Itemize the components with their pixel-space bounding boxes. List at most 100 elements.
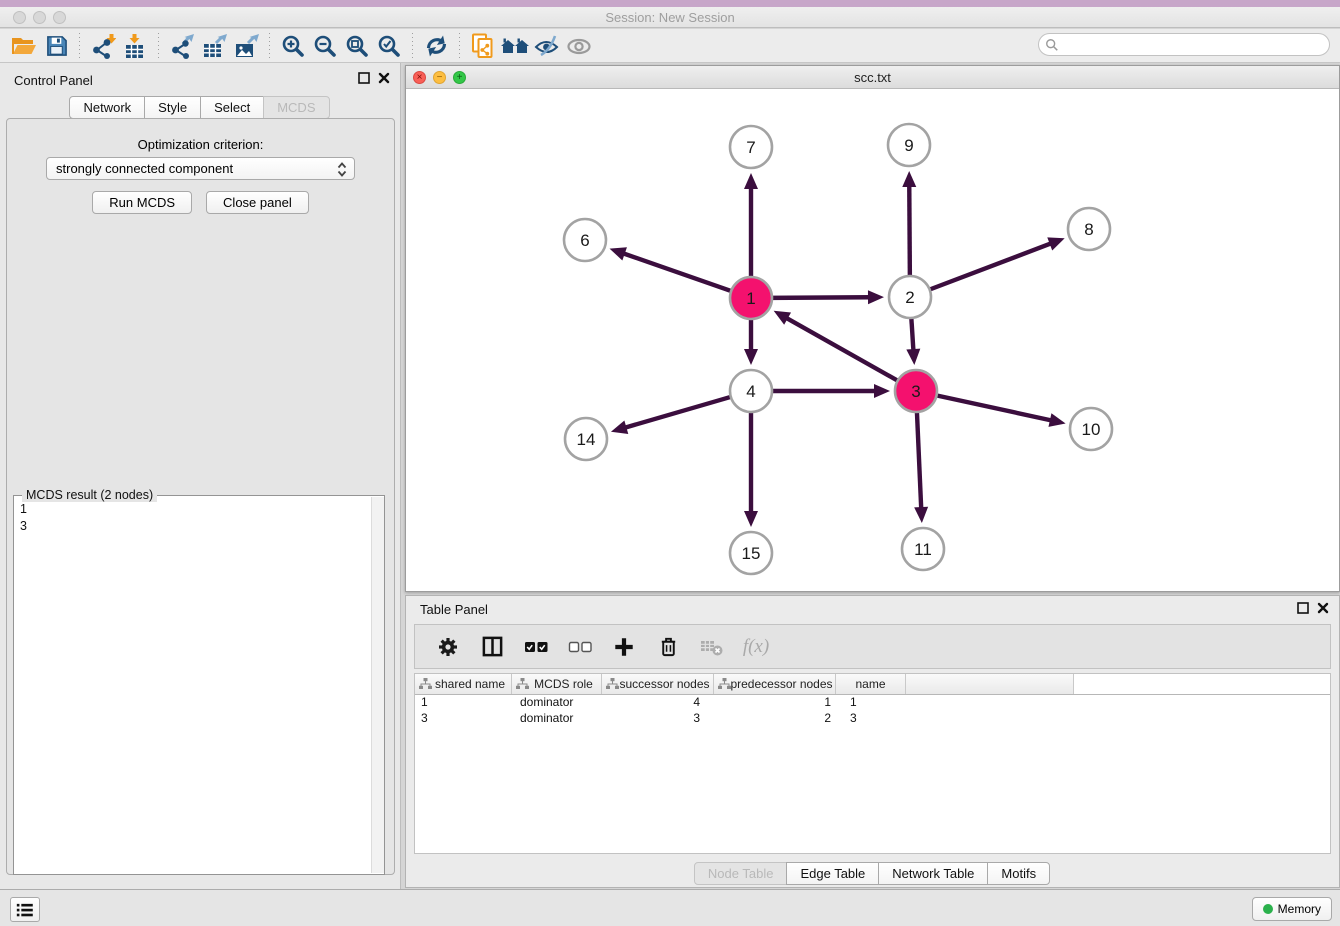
- graph-edge-3-1[interactable]: [785, 317, 899, 382]
- column-header-shared-name[interactable]: shared name: [415, 674, 512, 694]
- graph-node-11[interactable]: 11: [902, 528, 944, 570]
- open-session-button[interactable]: [8, 31, 40, 61]
- tab-style[interactable]: Style: [144, 96, 201, 119]
- network-window-titlebar[interactable]: × − + scc.txt: [406, 66, 1339, 89]
- tab-motifs[interactable]: Motifs: [987, 862, 1050, 885]
- memory-status-icon: [1263, 904, 1273, 914]
- tab-network[interactable]: Network: [69, 96, 145, 119]
- tab-mcds[interactable]: MCDS: [263, 96, 329, 119]
- graph-node-15[interactable]: 15: [730, 532, 772, 574]
- toolbar-separator: [412, 33, 413, 59]
- show-all-button[interactable]: [563, 31, 595, 61]
- graph-arrowhead-2-9: [902, 171, 916, 187]
- graph-edge-2-8[interactable]: [928, 243, 1053, 290]
- search-input[interactable]: [1059, 38, 1329, 52]
- export-network-button[interactable]: [166, 31, 198, 61]
- zoom-selected-button[interactable]: [373, 31, 405, 61]
- graph-node-label: 8: [1084, 220, 1093, 239]
- table-header-row: shared nameMCDS rolesuccessor nodesprede…: [415, 674, 1330, 695]
- delete-column-button[interactable]: [651, 632, 685, 662]
- tab-node-table[interactable]: Node Table: [694, 862, 788, 885]
- float-panel-icon[interactable]: [358, 72, 370, 84]
- graph-arrowhead-1-4: [744, 349, 758, 365]
- hierarchy-icon: [606, 678, 619, 690]
- column-header-predecessor-nodes[interactable]: predecessor nodes: [714, 674, 836, 694]
- node-table[interactable]: shared nameMCDS rolesuccessor nodesprede…: [414, 673, 1331, 854]
- graph-edge-3-10[interactable]: [935, 395, 1053, 421]
- mcds-result-text[interactable]: 1 3: [15, 499, 370, 873]
- tab-select[interactable]: Select: [200, 96, 264, 119]
- refresh-button[interactable]: [420, 31, 452, 61]
- zoom-out-button[interactable]: [309, 31, 341, 61]
- graph-node-14[interactable]: 14: [565, 418, 607, 460]
- graph-node-8[interactable]: 8: [1068, 208, 1110, 250]
- graph-node-4[interactable]: 4: [730, 370, 772, 412]
- graph-node-3[interactable]: 3: [895, 370, 937, 412]
- graph-node-7[interactable]: 7: [730, 126, 772, 168]
- select-all-button[interactable]: [519, 632, 553, 662]
- optimization-criterion-select[interactable]: strongly connected component: [46, 157, 355, 180]
- deselect-all-button[interactable]: [563, 632, 597, 662]
- tab-network-table[interactable]: Network Table: [878, 862, 988, 885]
- close-panel-button[interactable]: Close panel: [206, 191, 309, 214]
- table-cell: 1: [714, 695, 836, 711]
- plus-icon: [613, 636, 635, 658]
- table-row[interactable]: 3dominator323: [415, 711, 1330, 727]
- import-network-button[interactable]: [87, 31, 119, 61]
- graph-node-10[interactable]: 10: [1070, 408, 1112, 450]
- close-panel-icon[interactable]: [378, 72, 390, 84]
- graph-edge-1-2[interactable]: [770, 297, 871, 298]
- zoom-fit-button[interactable]: [341, 31, 373, 61]
- function-builder-button: f(x): [739, 632, 773, 662]
- tab-edge-table[interactable]: Edge Table: [786, 862, 879, 885]
- export-image-button[interactable]: [230, 31, 262, 61]
- table-panel-title: Table Panel: [420, 602, 488, 617]
- graph-node-label: 4: [746, 382, 755, 401]
- export-table-button[interactable]: [198, 31, 230, 61]
- zoom-in-button[interactable]: [277, 31, 309, 61]
- table-row[interactable]: 1dominator411: [415, 695, 1330, 711]
- control-panel: Control Panel NetworkStyleSelectMCDS Opt…: [0, 63, 401, 889]
- toolbar-separator: [158, 33, 159, 59]
- add-column-button[interactable]: [607, 632, 641, 662]
- graph-edge-4-14[interactable]: [623, 396, 732, 428]
- graph-edge-1-6[interactable]: [622, 253, 733, 292]
- table-cell: 3: [415, 711, 512, 727]
- table-tabs: Node TableEdge TableNetwork TableMotifs: [406, 862, 1339, 885]
- import-table-button[interactable]: [119, 31, 151, 61]
- column-view-button[interactable]: [475, 632, 509, 662]
- result-scrollbar[interactable]: [371, 497, 384, 873]
- run-mcds-button[interactable]: Run MCDS: [92, 191, 192, 214]
- app-titlebar: Session: New Session: [0, 7, 1340, 28]
- graph-node-1[interactable]: 1: [730, 277, 772, 319]
- column-header-successor-nodes[interactable]: successor nodes: [602, 674, 714, 694]
- column-header-name[interactable]: name: [836, 674, 906, 694]
- first-neighbors-button[interactable]: [499, 31, 531, 61]
- graph-node-6[interactable]: 6: [564, 219, 606, 261]
- open-folder-icon: [11, 34, 37, 58]
- graph-edge-2-3[interactable]: [911, 316, 913, 352]
- graph-arrowhead-4-3: [874, 384, 890, 398]
- graph-node-label: 2: [905, 288, 914, 307]
- task-history-button[interactable]: [10, 897, 40, 922]
- graph-node-9[interactable]: 9: [888, 124, 930, 166]
- column-header-MCDS-role[interactable]: MCDS role: [512, 674, 602, 694]
- graph-edge-3-11[interactable]: [917, 410, 921, 510]
- memory-button[interactable]: Memory: [1252, 897, 1332, 921]
- zoom-in-icon: [281, 34, 305, 58]
- search-field[interactable]: [1038, 33, 1330, 56]
- float-table-panel-icon[interactable]: [1297, 602, 1309, 614]
- optimization-criterion-label: Optimization criterion:: [7, 137, 394, 152]
- table-settings-button[interactable]: [431, 632, 465, 662]
- save-session-button[interactable]: [40, 31, 72, 61]
- close-table-panel-icon[interactable]: [1317, 602, 1329, 614]
- toolbar-separator: [79, 33, 80, 59]
- app-title: Session: New Session: [0, 10, 1340, 25]
- graph-node-2[interactable]: 2: [889, 276, 931, 318]
- graph-edge-2-9[interactable]: [909, 184, 910, 278]
- new-network-from-selection-button[interactable]: [467, 31, 499, 61]
- network-canvas[interactable]: 7 9 6 8 1 2 4 3 14 10 15 11: [406, 89, 1339, 591]
- hide-selected-button[interactable]: [531, 31, 563, 61]
- table-cell: 3: [836, 711, 906, 727]
- table-toolbar: f(x): [414, 624, 1331, 669]
